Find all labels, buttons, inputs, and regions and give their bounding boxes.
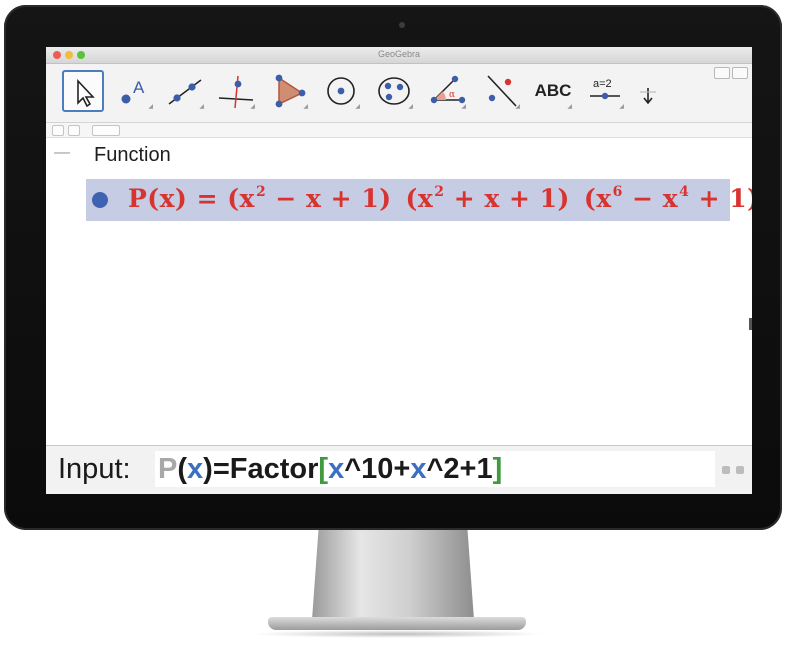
pointer-arrow-icon: [77, 78, 95, 108]
keyboard-icon[interactable]: [722, 466, 730, 474]
slider-tool-button[interactable]: a=2 ◢: [584, 70, 626, 112]
screen: GeoGebra A ◢ ◢ ◢ ◢ ◢ ◢ α ◢ ◢ ABC ◢ a=2 ◢…: [46, 47, 752, 494]
tool-menu-arrow-icon: ◢: [303, 104, 308, 110]
move-graphics-view-button[interactable]: [636, 70, 660, 112]
toolbar: A ◢ ◢ ◢ ◢ ◢ ◢ α ◢ ◢ ABC ◢ a=2 ◢: [46, 64, 752, 123]
monitor-bezel: GeoGebra A ◢ ◢ ◢ ◢ ◢ ◢ α ◢ ◢ ABC ◢ a=2 ◢…: [4, 5, 782, 530]
text-tool-label: ABC: [534, 81, 572, 100]
conic-tool-button[interactable]: ◢: [373, 70, 415, 112]
slider-tool-label: a=2: [593, 78, 612, 90]
algebra-view: — Function P(x) = (x2 − x + 1) (x2 + x + …: [46, 138, 752, 444]
text-tool-button[interactable]: ABC ◢: [532, 70, 574, 112]
circle-tool-button[interactable]: ◢: [320, 70, 362, 112]
monitor-base-shadow: [250, 630, 546, 638]
angle-symbol: α: [449, 90, 455, 100]
algebra-object-row[interactable]: P(x) = (x2 − x + 1) (x2 + x + 1) (x6 − x4 …: [86, 179, 752, 221]
visibility-toggle-icon[interactable]: [92, 192, 108, 208]
window-title: GeoGebra: [377, 49, 421, 59]
camera-icon: [399, 22, 405, 28]
input-field[interactable]: P(x)=Factor[x^10+x^2+1]: [155, 451, 715, 487]
point-tool-letter: A: [133, 78, 145, 97]
tool-menu-arrow-icon: ◢: [408, 104, 413, 110]
settings-view-button[interactable]: [732, 67, 748, 79]
perpendicular-line-tool-button[interactable]: ◢: [215, 70, 257, 112]
move-view-arrows-icon: [640, 88, 656, 105]
function-definition[interactable]: P(x) = (x2 − x + 1) (x2 + x + 1) (x6 − x4 …: [128, 184, 752, 213]
algebra-view-header: [46, 123, 752, 138]
sort-objects-button[interactable]: [68, 125, 80, 136]
input-label: Input:: [58, 453, 131, 485]
tool-menu-arrow-icon: ◢: [355, 104, 360, 110]
point-tool-button[interactable]: A ◢: [113, 70, 155, 112]
window-titlebar: GeoGebra: [46, 47, 752, 64]
input-help-icon[interactable]: [736, 466, 744, 474]
monitor-base: [268, 617, 526, 630]
line-tool-button[interactable]: ◢: [164, 70, 206, 112]
tool-menu-arrow-icon: ◢: [619, 104, 624, 110]
view-menu-button[interactable]: [92, 125, 120, 136]
tool-menu-arrow-icon: ◢: [461, 104, 466, 110]
monitor-stand: [312, 530, 474, 620]
collapse-category-icon[interactable]: —: [54, 145, 76, 162]
input-bar: Input: P(x)=Factor[x^10+x^2+1]: [46, 445, 752, 494]
category-label: Function: [94, 144, 171, 166]
restore-view-button[interactable]: [714, 67, 730, 79]
input-value[interactable]: P(x)=Factor[x^10+x^2+1]: [158, 453, 502, 486]
tool-menu-arrow-icon: ◢: [515, 104, 520, 110]
toggle-auxiliary-button[interactable]: [52, 125, 64, 136]
polygon-tool-button[interactable]: ◢: [268, 70, 310, 112]
angle-tool-button[interactable]: α ◢: [426, 70, 468, 112]
tool-menu-arrow-icon: ◢: [567, 104, 572, 110]
tool-menu-arrow-icon: ◢: [148, 104, 153, 110]
reflect-tool-button[interactable]: ◢: [480, 70, 522, 112]
tool-menu-arrow-icon: ◢: [250, 104, 255, 110]
tool-menu-arrow-icon: ◢: [199, 104, 204, 110]
move-tool-button[interactable]: [62, 70, 104, 112]
view-resize-handle[interactable]: [749, 318, 752, 330]
